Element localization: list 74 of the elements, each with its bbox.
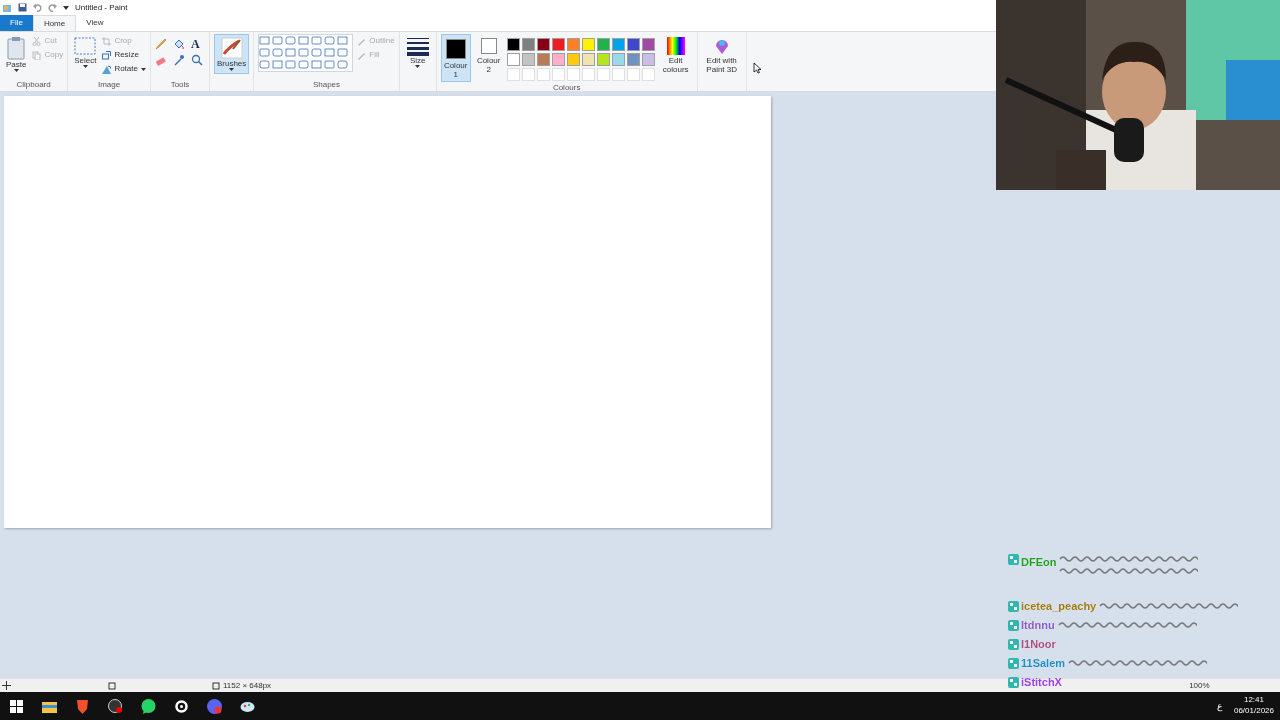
palette-colour[interactable] bbox=[626, 38, 640, 51]
caret-icon bbox=[415, 65, 421, 68]
mouse-cursor-icon bbox=[752, 62, 761, 74]
palette-colour[interactable] bbox=[506, 38, 520, 51]
group-label: Colours bbox=[551, 82, 582, 94]
chat-badge-icon bbox=[1008, 600, 1019, 612]
redo-icon[interactable] bbox=[48, 3, 57, 12]
window-title: Untitled - Paint bbox=[75, 1, 128, 14]
scissors-icon bbox=[32, 36, 42, 46]
chat-username: iStitchX bbox=[1021, 674, 1062, 690]
chat-badge-icon bbox=[1008, 554, 1019, 565]
save-icon[interactable] bbox=[18, 3, 27, 12]
paste-button[interactable]: Paste bbox=[4, 34, 29, 74]
text-tool-button[interactable]: A bbox=[190, 38, 205, 50]
group-label: Shapes bbox=[311, 79, 342, 91]
paint-bucket-icon[interactable] bbox=[172, 38, 185, 50]
paint-app-icon[interactable] bbox=[2, 2, 12, 13]
chat-badge-icon bbox=[1008, 657, 1019, 669]
rotate-button[interactable]: Rotate bbox=[102, 62, 146, 76]
zoom-level-text: 100% bbox=[1189, 679, 1210, 692]
chat-username: icetea_peachy bbox=[1021, 598, 1097, 614]
recording-icon[interactable] bbox=[107, 697, 124, 715]
group-label: Image bbox=[96, 79, 122, 91]
resize-icon bbox=[102, 50, 112, 60]
canvas-size-text: 1152 × 648px bbox=[223, 679, 272, 692]
undo-icon[interactable] bbox=[33, 3, 42, 12]
size-button[interactable]: Size bbox=[403, 34, 432, 70]
colour-slot-button[interactable]: Colour 1 bbox=[440, 34, 471, 82]
selection-size-icon bbox=[107, 681, 116, 690]
ribbon-tab[interactable]: File bbox=[0, 15, 33, 31]
dropdown-icon[interactable] bbox=[63, 5, 69, 10]
chat-username: I1Noor bbox=[1021, 636, 1056, 652]
magnifier-icon[interactable] bbox=[190, 54, 203, 66]
copy-icon bbox=[32, 50, 42, 60]
caret-icon bbox=[140, 67, 146, 71]
line-width-icon bbox=[405, 36, 430, 56]
shapes-gallery-drawing[interactable] bbox=[258, 34, 354, 72]
pencil-icon[interactable] bbox=[154, 38, 167, 50]
caret-icon bbox=[13, 69, 19, 72]
brushes-button[interactable]: Brushes bbox=[213, 34, 250, 74]
group-label: Tools bbox=[169, 79, 191, 91]
ribbon-tab[interactable]: View bbox=[76, 15, 114, 31]
move-cursor-icon bbox=[2, 681, 11, 690]
color-picker-icon[interactable] bbox=[172, 54, 185, 66]
edit-colours-button[interactable]: Edit colours bbox=[658, 34, 693, 76]
brush-icon bbox=[220, 37, 243, 59]
select-button[interactable]: Select bbox=[72, 34, 99, 70]
selection-icon bbox=[74, 36, 97, 56]
clock-time: 12:41 bbox=[1242, 694, 1265, 705]
chat-badge-icon bbox=[1008, 619, 1019, 631]
colour-slot-button[interactable]: Colour 2 bbox=[474, 34, 503, 76]
chat-username: DFEon bbox=[1021, 555, 1057, 570]
windows-start-icon[interactable] bbox=[8, 697, 25, 715]
chat-bubble-icon[interactable] bbox=[140, 697, 157, 715]
pen-icon bbox=[357, 36, 367, 46]
ribbon-tab[interactable]: Home bbox=[32, 15, 77, 31]
colour-spectrum-icon bbox=[665, 36, 686, 56]
palette-colour[interactable] bbox=[536, 38, 550, 51]
paint-3d-button[interactable]: Edit with Paint 3D bbox=[701, 34, 742, 76]
canvas-size-icon bbox=[211, 681, 220, 690]
gear-icon[interactable] bbox=[173, 697, 190, 715]
clipboard-icon bbox=[6, 36, 27, 60]
language-indicator: ع bbox=[1217, 700, 1222, 714]
chat-badge-icon bbox=[1008, 676, 1019, 688]
caret-icon bbox=[229, 68, 235, 71]
chat-username: 11Salem bbox=[1021, 655, 1066, 671]
caret-icon bbox=[82, 65, 88, 68]
resize-button[interactable]: Resize bbox=[102, 48, 146, 62]
chat-username: Itdnnu bbox=[1021, 617, 1055, 633]
chat-badge-icon bbox=[1008, 638, 1019, 650]
crop-icon bbox=[102, 36, 112, 46]
clock-date: 06/01/2026 bbox=[1233, 705, 1274, 716]
group-label: Clipboard bbox=[15, 79, 52, 91]
rotate-icon bbox=[102, 64, 112, 74]
